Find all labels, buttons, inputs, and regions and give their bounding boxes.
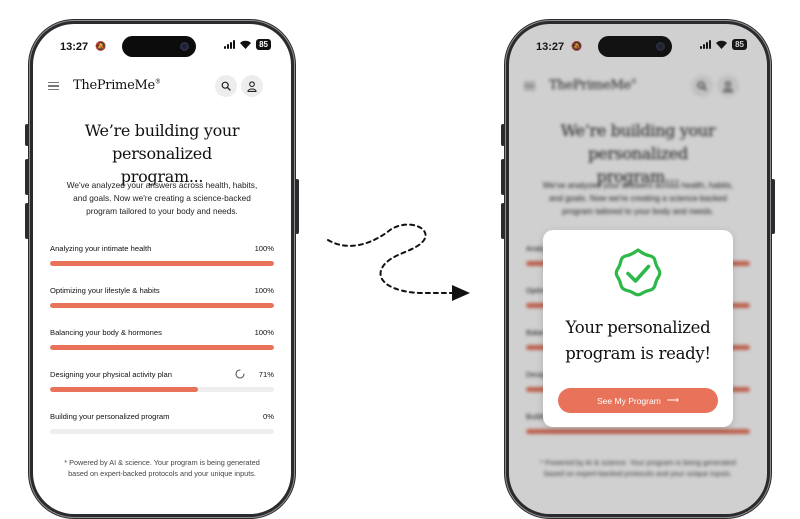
progress-steps: Analyzing your intimate health 100% Opti… (50, 244, 274, 454)
brand-logo[interactable]: ThePrimeMe® (73, 78, 161, 93)
intro-line-1: We've analyzed your answers across healt… (66, 180, 258, 190)
step-percent: 100% (254, 286, 274, 295)
progress-track (50, 429, 274, 434)
ready-title: Your personalized program is ready! (543, 315, 733, 367)
step-label: Optimizing your lifestyle & habits (50, 286, 160, 295)
step-label: Building your personalized program (50, 412, 170, 421)
progress-step: Designing your physical activity plan 71… (50, 369, 274, 412)
menu-icon[interactable] (48, 82, 59, 90)
screen-loading: 13:27 🔕 85 ThePrimeMe® We’re building yo… (33, 24, 291, 514)
volume-up-button (501, 159, 505, 195)
intro-line-2: and goals. Now we're creating a science-… (73, 193, 251, 203)
phone-left: 13:27 🔕 85 ThePrimeMe® We’re building yo… (25, 19, 299, 519)
status-time: 13:27 (60, 41, 89, 53)
phone-right: 13:27 🔕 85 ThePrimeMe® We’re building yo… (501, 19, 775, 519)
action-button (501, 124, 505, 146)
arrow-right-icon: ⟶ (666, 395, 679, 405)
footnote-line-2: based on expert-backed protocols and you… (68, 468, 256, 478)
progress-track (50, 387, 274, 392)
brand-name: ThePrimeMe (73, 78, 155, 93)
profile-button[interactable] (241, 75, 263, 97)
battery-indicator: 85 (256, 39, 271, 50)
wifi-icon (240, 40, 252, 49)
step-label: Balancing your body & hormones (50, 328, 162, 337)
loading-spinner-icon (235, 369, 245, 379)
signal-icon (224, 40, 236, 49)
screen-ready: 13:27 🔕 85 ThePrimeMe® We’re building yo… (509, 24, 767, 514)
progress-fill (50, 387, 198, 392)
page-title: We’re building your personalized program… (47, 119, 277, 188)
power-button (295, 179, 299, 234)
progress-step: Building your personalized program 0% (50, 412, 274, 454)
ready-line-2: program is ready! (565, 344, 711, 363)
check-badge-icon (614, 248, 662, 297)
see-my-program-button[interactable]: See My Program ⟶ (558, 388, 718, 413)
ready-line-1: Your personalized (565, 318, 711, 337)
brand-mark: ® (154, 78, 161, 86)
action-button (25, 124, 29, 146)
intro-line-3: program tailored to your body and needs. (86, 206, 238, 216)
volume-down-button (25, 203, 29, 239)
dynamic-island (122, 36, 196, 57)
search-icon (221, 81, 231, 91)
progress-track (50, 345, 274, 350)
intro-text: We've analyzed your answers across healt… (49, 179, 275, 218)
progress-step: Balancing your body & hormones 100% (50, 328, 274, 370)
step-percent: 0% (263, 412, 274, 421)
progress-step: Analyzing your intimate health 100% (50, 244, 274, 286)
progress-track (50, 303, 274, 308)
progress-fill (50, 303, 274, 308)
power-button (771, 179, 775, 234)
transition-arrow (327, 223, 470, 301)
progress-fill (50, 345, 274, 350)
step-label: Designing your physical activity plan (50, 370, 172, 379)
volume-up-button (25, 159, 29, 195)
volume-down-button (501, 203, 505, 239)
app-header: ThePrimeMe® (33, 68, 291, 104)
title-line-1: We’re building your personalized (84, 121, 240, 163)
status-bar: 13:27 🔕 85 (33, 24, 291, 62)
step-percent: 71% (258, 370, 274, 379)
search-button[interactable] (215, 75, 237, 97)
user-icon (247, 80, 257, 92)
progress-step: Optimizing your lifestyle & habits 100% (50, 286, 274, 328)
ready-modal: Your personalized program is ready! See … (543, 230, 733, 427)
camera-icon (180, 42, 189, 51)
silent-bell-icon: 🔕 (95, 41, 107, 51)
step-percent: 100% (254, 328, 274, 337)
cta-label: See My Program (597, 395, 661, 406)
progress-track (50, 261, 274, 266)
footnote: * Powered by AI & science. Your program … (47, 458, 277, 479)
progress-fill (50, 261, 274, 266)
footnote-line-1: * Powered by AI & science. Your program … (64, 458, 260, 467)
step-label: Analyzing your intimate health (50, 244, 152, 253)
step-percent: 100% (254, 244, 274, 253)
